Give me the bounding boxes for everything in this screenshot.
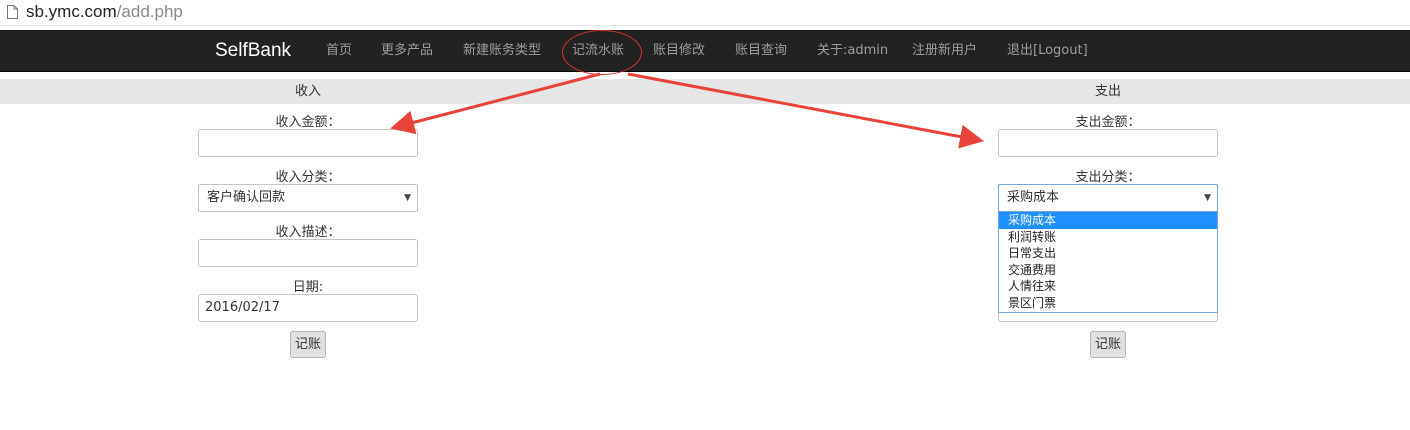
date-input[interactable]: 2016/02/17 — [198, 294, 418, 322]
nav-item-edit-entries[interactable]: 账目修改 — [653, 31, 705, 71]
dropdown-option[interactable]: 人情往来 — [999, 278, 1217, 295]
expense-desc-input-edge[interactable] — [998, 313, 1218, 322]
expense-category-label: 支出分类： — [1075, 170, 1141, 185]
income-category-select[interactable]: 客户确认回款 ▼ — [198, 184, 418, 212]
nav-item-query-entries[interactable]: 账目查询 — [735, 31, 787, 71]
dropdown-option[interactable]: 采购成本 — [999, 212, 1217, 229]
section-header-bar: 收入 支出 — [0, 79, 1410, 104]
page: sb.ymc.com/add.php SelfBank 首页 更多产品 新建账务… — [0, 0, 1410, 430]
income-desc-label: 收入描述： — [275, 225, 341, 240]
income-section-title: 收入 — [294, 84, 321, 99]
url-path: /add.php — [116, 2, 183, 21]
dropdown-option[interactable]: 交通费用 — [999, 262, 1217, 279]
expense-category-select[interactable]: 采购成本 ▼ — [998, 184, 1218, 212]
url-text[interactable]: sb.ymc.com/add.php — [26, 2, 183, 22]
url-host: sb.ymc.com — [26, 2, 117, 21]
income-submit-button[interactable]: 记账 — [290, 331, 327, 358]
income-category-label: 收入分类： — [275, 170, 341, 185]
income-category-value: 客户确认回款 — [207, 190, 286, 205]
brand-link[interactable]: SelfBank — [215, 31, 291, 71]
browser-url-bar[interactable]: sb.ymc.com/add.php — [0, 0, 1410, 26]
nav-item-home[interactable]: 首页 — [326, 31, 352, 71]
expense-category-dropdown[interactable]: 采购成本 利润转账 日常支出 交通费用 人情往来 景区门票 — [998, 211, 1218, 313]
annotation-circle — [562, 30, 642, 75]
nav-item-register[interactable]: 注册新用户 — [912, 31, 977, 71]
top-navbar: SelfBank 首页 更多产品 新建账务类型 记流水账 账目修改 账目查询 关… — [0, 30, 1410, 72]
nav-item-new-account-type[interactable]: 新建账务类型 — [463, 31, 541, 71]
nav-item-logout[interactable]: 退出[Logout] — [1007, 31, 1088, 71]
dropdown-caret-icon: ▼ — [404, 193, 411, 203]
nav-item-about[interactable]: 关于:admin — [817, 31, 888, 71]
income-desc-input[interactable] — [198, 239, 418, 267]
income-amount-label: 收入金额： — [275, 115, 341, 130]
nav-item-more-products[interactable]: 更多产品 — [381, 31, 433, 71]
income-amount-input[interactable] — [198, 129, 418, 157]
expense-category-value: 采购成本 — [1007, 190, 1060, 205]
expense-section-title: 支出 — [1094, 84, 1121, 99]
dropdown-option[interactable]: 景区门票 — [999, 295, 1217, 312]
document-icon — [7, 5, 18, 19]
dropdown-option[interactable]: 利润转账 — [999, 229, 1217, 246]
expense-amount-label: 支出金额： — [1075, 115, 1141, 130]
expense-amount-input[interactable] — [998, 129, 1218, 157]
date-label: 日期: — [292, 280, 324, 295]
dropdown-option[interactable]: 日常支出 — [999, 245, 1217, 262]
dropdown-caret-icon: ▼ — [1204, 193, 1211, 203]
expense-submit-button[interactable]: 记账 — [1090, 331, 1127, 358]
